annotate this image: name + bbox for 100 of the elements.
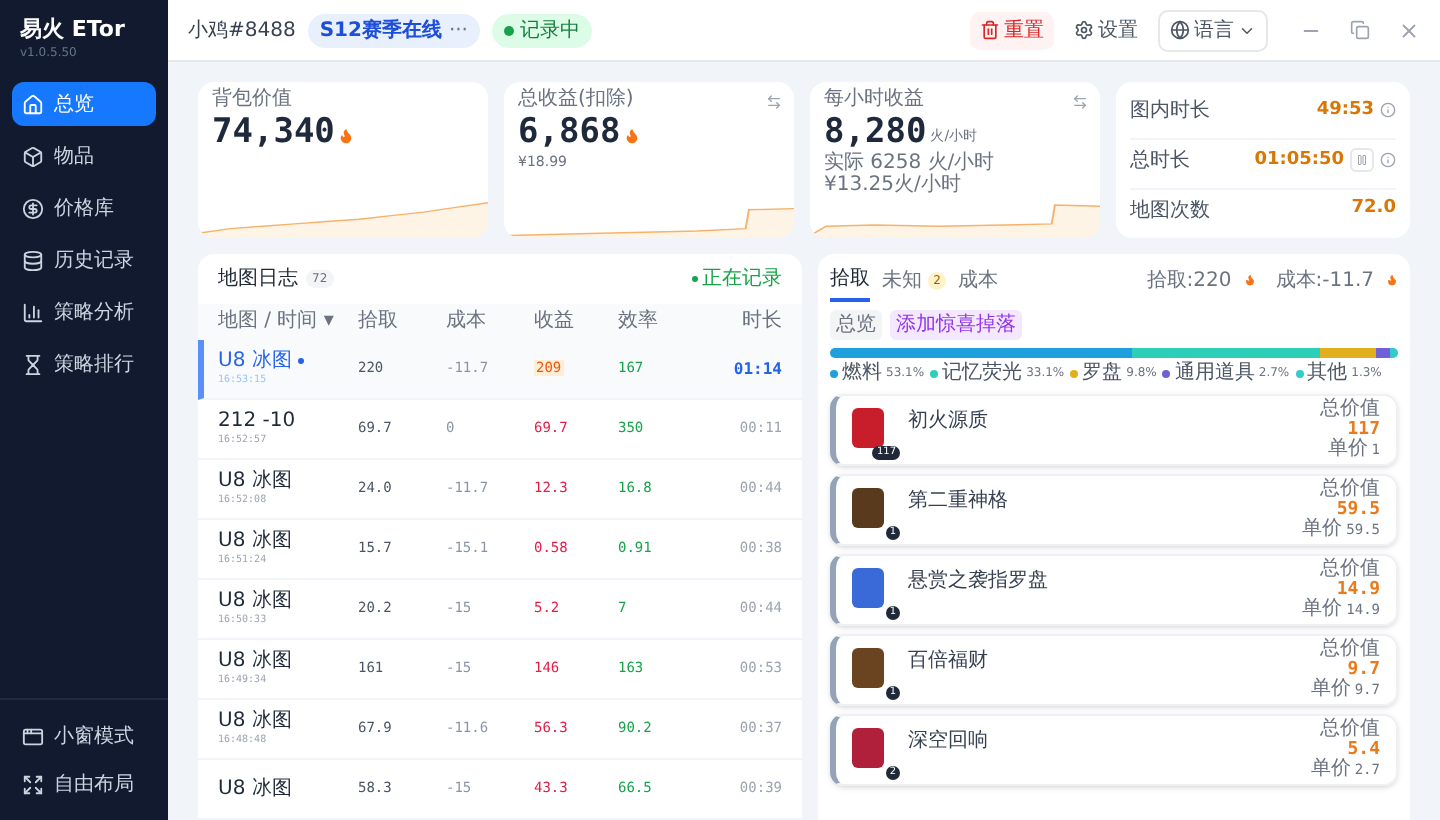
recording-status: 正在记录 xyxy=(692,263,782,294)
legend-label: 其他 xyxy=(1307,362,1348,386)
column-header: 拾取 xyxy=(358,308,400,337)
table-cell: 01:14 xyxy=(733,359,782,377)
map-name: U8 冰图 xyxy=(218,709,294,734)
unit-label: 单价 xyxy=(1302,520,1343,540)
cost-total: 成本:-11.7 xyxy=(1275,267,1374,295)
map-name: U8 冰图 xyxy=(218,589,294,614)
reset-button[interactable]: 重置 xyxy=(970,11,1054,49)
flame-icon xyxy=(1243,274,1256,286)
map-name: U8 冰图 xyxy=(218,529,294,554)
value-label: 总价值 xyxy=(1320,480,1380,500)
settings-icon xyxy=(1074,20,1094,40)
stat-label: 每小时收益 xyxy=(824,88,924,112)
timer-value: 72.0 xyxy=(1351,196,1396,223)
nav-icon xyxy=(22,145,44,167)
item-name: 深空回响 xyxy=(908,727,988,756)
pause-icon xyxy=(1356,154,1368,167)
loot-tab[interactable]: 成本 xyxy=(958,258,998,302)
item-value: 117 xyxy=(1347,420,1380,440)
item-name: 第二重神格 xyxy=(908,487,1008,516)
legend-label: 燃料 xyxy=(842,362,882,386)
map-name: U8 冰图 xyxy=(218,349,358,374)
app-title: 易火 ETor xyxy=(20,16,127,44)
map-name: U8 冰图 xyxy=(218,469,294,494)
season-badge[interactable]: S12赛季在线 ··· xyxy=(307,13,480,47)
sidebar-item[interactable]: 价格库 xyxy=(12,186,156,230)
value-label: 总价值 xyxy=(1320,640,1380,660)
sidebar-item[interactable]: 策略分析 xyxy=(12,290,156,334)
sidebar-item[interactable]: 小窗模式 xyxy=(12,716,156,756)
stat-label: 背包价值 xyxy=(212,88,292,112)
stat-value: 74,340 xyxy=(212,112,335,152)
timer-label: 图内时长 xyxy=(1130,97,1210,126)
stat-subtext: ¥13.25火/小时 xyxy=(824,174,961,196)
item-name: 悬赏之袭指罗盘 xyxy=(908,567,1048,596)
flame-icon xyxy=(1386,274,1398,286)
column-header: 效率 xyxy=(618,307,660,337)
value-label: 总价值 xyxy=(1320,560,1380,580)
unit-label: 单价 xyxy=(1327,440,1368,460)
globe-icon xyxy=(1170,20,1190,40)
column-header: 时长 xyxy=(740,307,782,337)
unit-label: 单价 xyxy=(1302,600,1343,620)
swap-icon[interactable] xyxy=(766,94,782,110)
unit-label: 单价 xyxy=(1310,760,1351,780)
stat-subtext: 实际 6258 火/小时 xyxy=(824,152,995,174)
unit-label: 单价 xyxy=(1310,680,1351,700)
stat-value: 6,868 xyxy=(518,112,621,152)
item-name: 百倍福财 xyxy=(908,647,988,676)
item-value: 9.7 xyxy=(1347,660,1380,680)
sidebar-item[interactable]: 策略排行 xyxy=(12,342,156,386)
column-header: 成本 xyxy=(446,307,488,337)
item-name: 初火源质 xyxy=(908,407,988,436)
timer-label: 地图次数 xyxy=(1130,197,1210,226)
settings-button[interactable]: 设置 xyxy=(1066,11,1146,49)
panel-title: 地图日志 xyxy=(218,265,298,294)
restore-icon[interactable] xyxy=(1350,20,1370,40)
pause-button[interactable] xyxy=(1350,148,1374,173)
loot-tab[interactable]: 拾取 xyxy=(830,258,870,302)
map-name: U8 冰图 xyxy=(218,777,294,801)
nav-icon xyxy=(22,93,44,115)
item-value: 14.9 xyxy=(1336,580,1380,600)
timer-value: 49:53 xyxy=(1316,97,1374,124)
filter-chip[interactable]: 总览 xyxy=(830,310,882,340)
close-icon[interactable] xyxy=(1398,19,1420,41)
timer-value: 01:05:50 xyxy=(1254,147,1344,174)
timer-label: 总时长 xyxy=(1130,147,1190,176)
info-icon[interactable] xyxy=(1380,102,1396,119)
value-label: 总价值 xyxy=(1320,720,1380,740)
recording-badge: 记录中 xyxy=(491,13,592,47)
flame-icon xyxy=(338,128,355,144)
flame-icon xyxy=(624,128,641,144)
pickup-total: 拾取:220 xyxy=(1146,267,1232,295)
nav-icon xyxy=(22,249,44,271)
column-header: 收益 xyxy=(534,308,576,337)
sidebar-item[interactable]: 总览 xyxy=(12,82,156,126)
info-icon[interactable] xyxy=(1380,152,1396,169)
legend-label: 记忆荧光 xyxy=(942,362,1023,386)
user-name: 小鸡#8488 xyxy=(188,17,296,45)
sidebar-item[interactable]: 物品 xyxy=(12,134,156,178)
sidebar-item[interactable]: 历史记录 xyxy=(12,238,156,282)
map-name: 212 -10 xyxy=(218,409,298,434)
sidebar-item[interactable]: 自由布局 xyxy=(12,764,156,804)
value-label: 总价值 xyxy=(1320,400,1380,420)
nav-icon xyxy=(22,773,44,795)
column-header[interactable]: 地图 / 时间 ▾ xyxy=(218,306,358,337)
filter-chip[interactable]: 添加惊喜掉落 xyxy=(890,310,1022,340)
nav-icon xyxy=(22,301,44,323)
legend-label: 罗盘 xyxy=(1082,362,1123,386)
language-button[interactable]: 语言 xyxy=(1158,9,1268,51)
nav-icon xyxy=(22,197,44,219)
nav-icon xyxy=(22,725,44,747)
item-value: 5.4 xyxy=(1347,740,1380,760)
map-name: U8 冰图 xyxy=(218,649,294,674)
stat-label: 总收益(扣除) xyxy=(518,88,634,112)
item-value: 59.5 xyxy=(1336,500,1380,520)
legend-label: 通用道具 xyxy=(1174,362,1255,386)
swap-icon[interactable] xyxy=(1072,94,1088,110)
trash-icon xyxy=(980,20,1000,40)
nav-icon xyxy=(22,353,44,375)
stat-value: 8,280 xyxy=(824,112,927,152)
